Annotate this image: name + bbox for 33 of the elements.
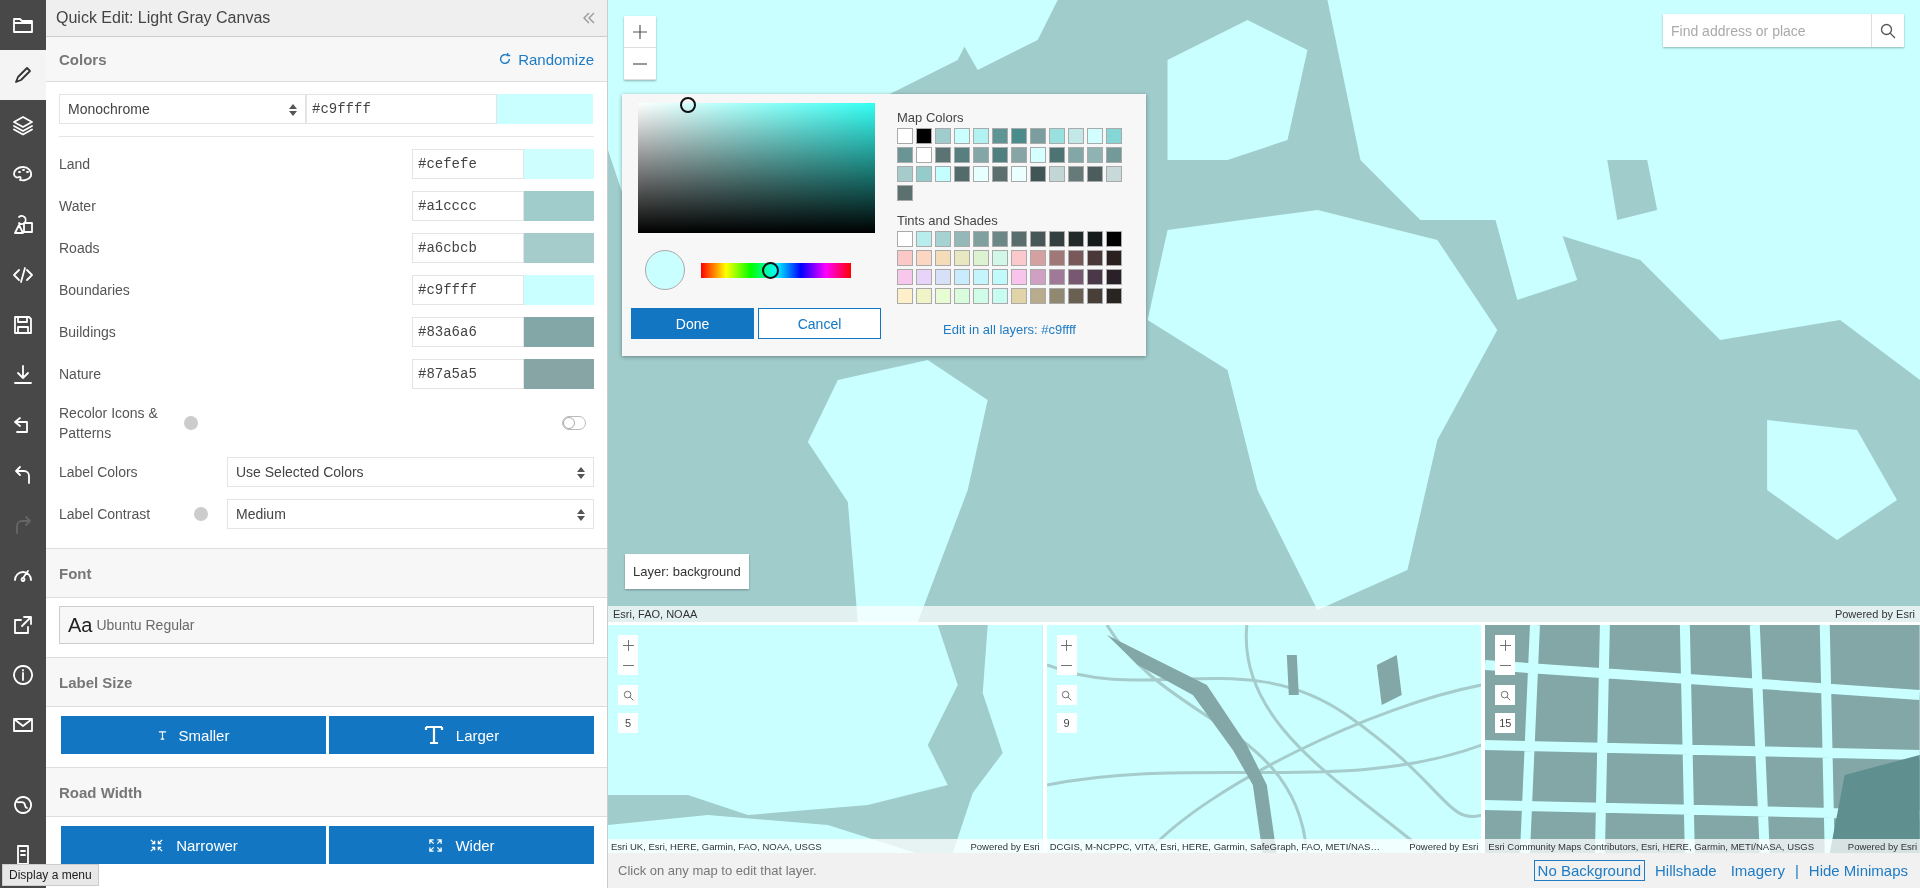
layer-label: Layer: background — [625, 554, 749, 589]
powered-by-text: Powered by Esri — [970, 840, 1040, 852]
attribution-text: Esri UK, Esri, HERE, Garmin, FAO, NOAA, USGS — [611, 840, 822, 852]
attribution-text: Esri Community Maps Contributors, Esri, HERE, Garmin, METI/NASA, USGS — [1488, 840, 1815, 852]
hint-text: Click on any map to edit that layer. — [618, 863, 817, 878]
field-label: Label Contrast — [59, 506, 152, 522]
field-label: Land — [59, 156, 92, 172]
palette-title: Tints and Shades — [897, 213, 999, 228]
panel-title: Quick Edit: Light Gray Canvas — [56, 9, 271, 27]
attribution-text: Esri, FAO, NOAA — [613, 608, 698, 620]
field-label: Label Colors — [59, 464, 139, 480]
powered-by-text: Powered by Esri — [1847, 840, 1917, 852]
section-title: Road Width — [59, 783, 143, 801]
powered-by-text: Powered by Esri — [1834, 608, 1915, 620]
separator-text: | — [1794, 862, 1799, 879]
field-label: Roads — [59, 240, 101, 256]
field-label: Buildings — [59, 324, 117, 340]
zoom-level: 15 — [1495, 713, 1516, 733]
section-title: Colors — [59, 50, 107, 68]
section-title: Label Size — [59, 673, 133, 691]
font-name: Ubuntu Regular — [96, 617, 195, 633]
zoom-level: 9 — [1056, 713, 1077, 733]
palette-title: Map Colors — [897, 110, 965, 125]
zoom-level: 5 — [618, 713, 638, 733]
tooltip: Display a menu — [2, 864, 99, 886]
powered-by-text: Powered by Esri — [1409, 840, 1479, 852]
field-label: Boundaries — [59, 282, 131, 298]
field-label: Recolor Icons & Patterns — [59, 404, 159, 443]
font-sample: Aa — [68, 613, 93, 637]
field-label: Water — [59, 198, 97, 214]
section-title: Font — [59, 564, 92, 582]
attribution-text: DCGIS, M-NCPPC, VITA, Esri, HERE, Garmin, SafeGraph, FAO, METI/NAS… — [1049, 840, 1380, 852]
field-label: Nature — [59, 366, 103, 382]
